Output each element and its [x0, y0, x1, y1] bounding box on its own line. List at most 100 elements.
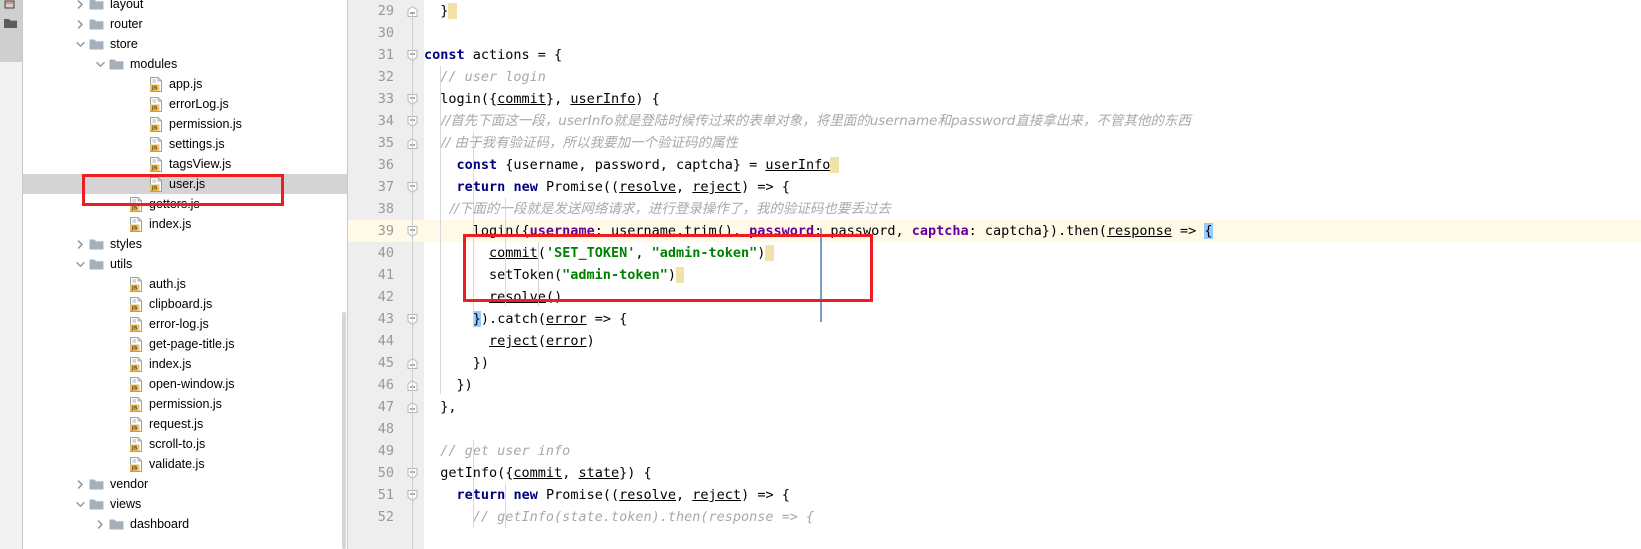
- line-number: 35: [377, 135, 394, 151]
- tree-item-app-js[interactable]: JS app.js: [23, 74, 348, 94]
- tree-item-auth-js[interactable]: JS auth.js: [23, 274, 348, 294]
- tree-item-router[interactable]: router: [23, 14, 348, 34]
- chevron-right-icon[interactable]: [75, 479, 86, 490]
- chevron-down-icon[interactable]: [75, 499, 86, 510]
- javascript-file-icon: JS: [129, 276, 143, 292]
- folder-icon: [109, 58, 124, 71]
- svg-text:JS: JS: [151, 105, 158, 111]
- tree-item-index-js[interactable]: JS index.js: [23, 354, 348, 374]
- tree-item-store[interactable]: store: [23, 34, 348, 54]
- tree-item-scroll-to-js[interactable]: JS scroll-to.js: [23, 434, 348, 454]
- tree-item-label: layout: [110, 0, 144, 11]
- code-line-39[interactable]: 39 login({username: username.trim(), pas…: [348, 220, 1641, 242]
- code-editor[interactable]: 29 } 30 31 const actions = {32 // user log…: [348, 0, 1641, 549]
- tree-item-get-page-title-js[interactable]: JS get-page-title.js: [23, 334, 348, 354]
- code-line-30[interactable]: 30: [348, 22, 1641, 44]
- code-line-text: const {username, password, captcha} = us…: [424, 154, 839, 176]
- svg-text:JS: JS: [151, 185, 158, 191]
- tree-item-utils[interactable]: utils: [23, 254, 348, 274]
- code-line-48[interactable]: 48: [348, 418, 1641, 440]
- ide-window: layout router store modules JS app.js JS errorL…: [0, 0, 1641, 549]
- code-line-text: login({commit}, userInfo) {: [424, 91, 660, 107]
- svg-text:JS: JS: [131, 325, 138, 331]
- javascript-file-icon: JS: [129, 436, 143, 452]
- tree-arrow-placeholder: [135, 139, 146, 150]
- project-folder-icon[interactable]: [4, 18, 18, 29]
- tree-item-label: views: [110, 497, 142, 511]
- code-line-51[interactable]: 51 return new Promise((resolve, reject) …: [348, 484, 1641, 506]
- code-line-44[interactable]: 44 reject(error): [348, 330, 1641, 352]
- tree-item-modules[interactable]: modules: [23, 54, 348, 74]
- project-tree-panel[interactable]: layout router store modules JS app.js JS errorL…: [23, 0, 348, 549]
- line-number: 49: [377, 443, 394, 459]
- tree-vertical-scrollbar[interactable]: [342, 312, 346, 549]
- tree-arrow-placeholder: [115, 379, 126, 390]
- code-line-42[interactable]: 42 resolve(): [348, 286, 1641, 308]
- chevron-down-icon[interactable]: [75, 39, 86, 50]
- line-number: 45: [377, 355, 394, 371]
- code-line-35[interactable]: 35 // 由于我有验证码，所以我要加一个验证码的属性: [348, 132, 1641, 154]
- code-line-32[interactable]: 32 // user login: [348, 66, 1641, 88]
- code-line-45[interactable]: 45 }): [348, 352, 1641, 374]
- tree-item-validate-js[interactable]: JS validate.js: [23, 454, 348, 474]
- code-line-36[interactable]: 36 const {username, password, captcha} =…: [348, 154, 1641, 176]
- tree-item-label: utils: [110, 257, 133, 271]
- tree-item-dashboard[interactable]: dashboard: [23, 514, 348, 534]
- chevron-right-icon[interactable]: [75, 0, 86, 10]
- code-line-50[interactable]: 50 getInfo({commit, state}) {: [348, 462, 1641, 484]
- code-line-31[interactable]: 31 const actions = {: [348, 44, 1641, 66]
- javascript-file-icon: JS: [129, 196, 143, 212]
- tree-item-clipboard-js[interactable]: JS clipboard.js: [23, 294, 348, 314]
- code-line-47[interactable]: 47 },: [348, 396, 1641, 418]
- tree-item-permission-js[interactable]: JS permission.js: [23, 114, 348, 134]
- folder-icon: [89, 18, 104, 31]
- tree-item-vendor[interactable]: vendor: [23, 474, 348, 494]
- tree-arrow-placeholder: [115, 459, 126, 470]
- chevron-down-icon[interactable]: [95, 59, 106, 70]
- chevron-right-icon[interactable]: [75, 239, 86, 250]
- code-line-33[interactable]: 33 login({commit}, userInfo) {: [348, 88, 1641, 110]
- code-line-43[interactable]: 43 }).catch(error => {: [348, 308, 1641, 330]
- tree-item-getters-js[interactable]: JS getters.js: [23, 194, 348, 214]
- tree-item-label: modules: [130, 57, 178, 71]
- chevron-right-icon[interactable]: [95, 519, 106, 530]
- code-line-text: return new Promise((resolve, reject) => …: [456, 487, 790, 503]
- tree-item-user-js[interactable]: JS user.js: [23, 174, 348, 194]
- indent-guide: [440, 66, 441, 394]
- code-line-29[interactable]: 29 }: [348, 0, 1641, 22]
- tree-item-label: user.js: [169, 177, 206, 191]
- javascript-file-icon: JS: [129, 336, 143, 352]
- chevron-down-icon[interactable]: [75, 259, 86, 270]
- tree-item-request-js[interactable]: JS request.js: [23, 414, 348, 434]
- code-line-38[interactable]: 38 //下面的一段就是发送网络请求，进行登录操作了，我的验证码也要丢过去: [348, 198, 1641, 220]
- tree-item-styles[interactable]: styles: [23, 234, 348, 254]
- tree-item-permission-js[interactable]: JS permission.js: [23, 394, 348, 414]
- tree-item-tagsView-js[interactable]: JS tagsView.js: [23, 154, 348, 174]
- code-line-46[interactable]: 46 }): [348, 374, 1641, 396]
- line-number: 34: [377, 113, 394, 129]
- tree-item-open-window-js[interactable]: JS open-window.js: [23, 374, 348, 394]
- code-line-40[interactable]: 40 commit('SET_TOKEN', "admin-token"): [348, 242, 1641, 264]
- chevron-right-icon[interactable]: [75, 19, 86, 30]
- code-line-49[interactable]: 49 // get user info: [348, 440, 1641, 462]
- tree-item-views[interactable]: views: [23, 494, 348, 514]
- line-number: 42: [377, 289, 394, 305]
- tree-item-settings-js[interactable]: JS settings.js: [23, 134, 348, 154]
- code-line-37[interactable]: 37 return new Promise((resolve, reject) …: [348, 176, 1641, 198]
- indent-guide: [505, 198, 506, 306]
- code-line-52[interactable]: 52 // getInfo(state.token).then(response…: [348, 506, 1641, 528]
- tree-item-index-js[interactable]: JS index.js: [23, 214, 348, 234]
- tree-item-label: tagsView.js: [169, 157, 232, 171]
- collapse-all-icon[interactable]: [4, 0, 18, 10]
- tree-item-error-log-js[interactable]: JS error-log.js: [23, 314, 348, 334]
- code-line-41[interactable]: 41 setToken("admin-token"): [348, 264, 1641, 286]
- javascript-file-icon: JS: [129, 456, 143, 472]
- indent-guide: [538, 242, 539, 306]
- code-line-text: const actions = {: [424, 47, 563, 63]
- left-tool-strip: [0, 0, 23, 549]
- code-line-text: },: [424, 399, 457, 415]
- tree-item-layout[interactable]: layout: [23, 0, 348, 14]
- code-line-34[interactable]: 34 //首先下面这一段，userInfo就是登陆时候传过来的表单对象，将里面的…: [348, 110, 1641, 132]
- tree-item-errorLog-js[interactable]: JS errorLog.js: [23, 94, 348, 114]
- editor-text-area[interactable]: 29 } 30 31 const actions = {32 // user log…: [348, 0, 1641, 549]
